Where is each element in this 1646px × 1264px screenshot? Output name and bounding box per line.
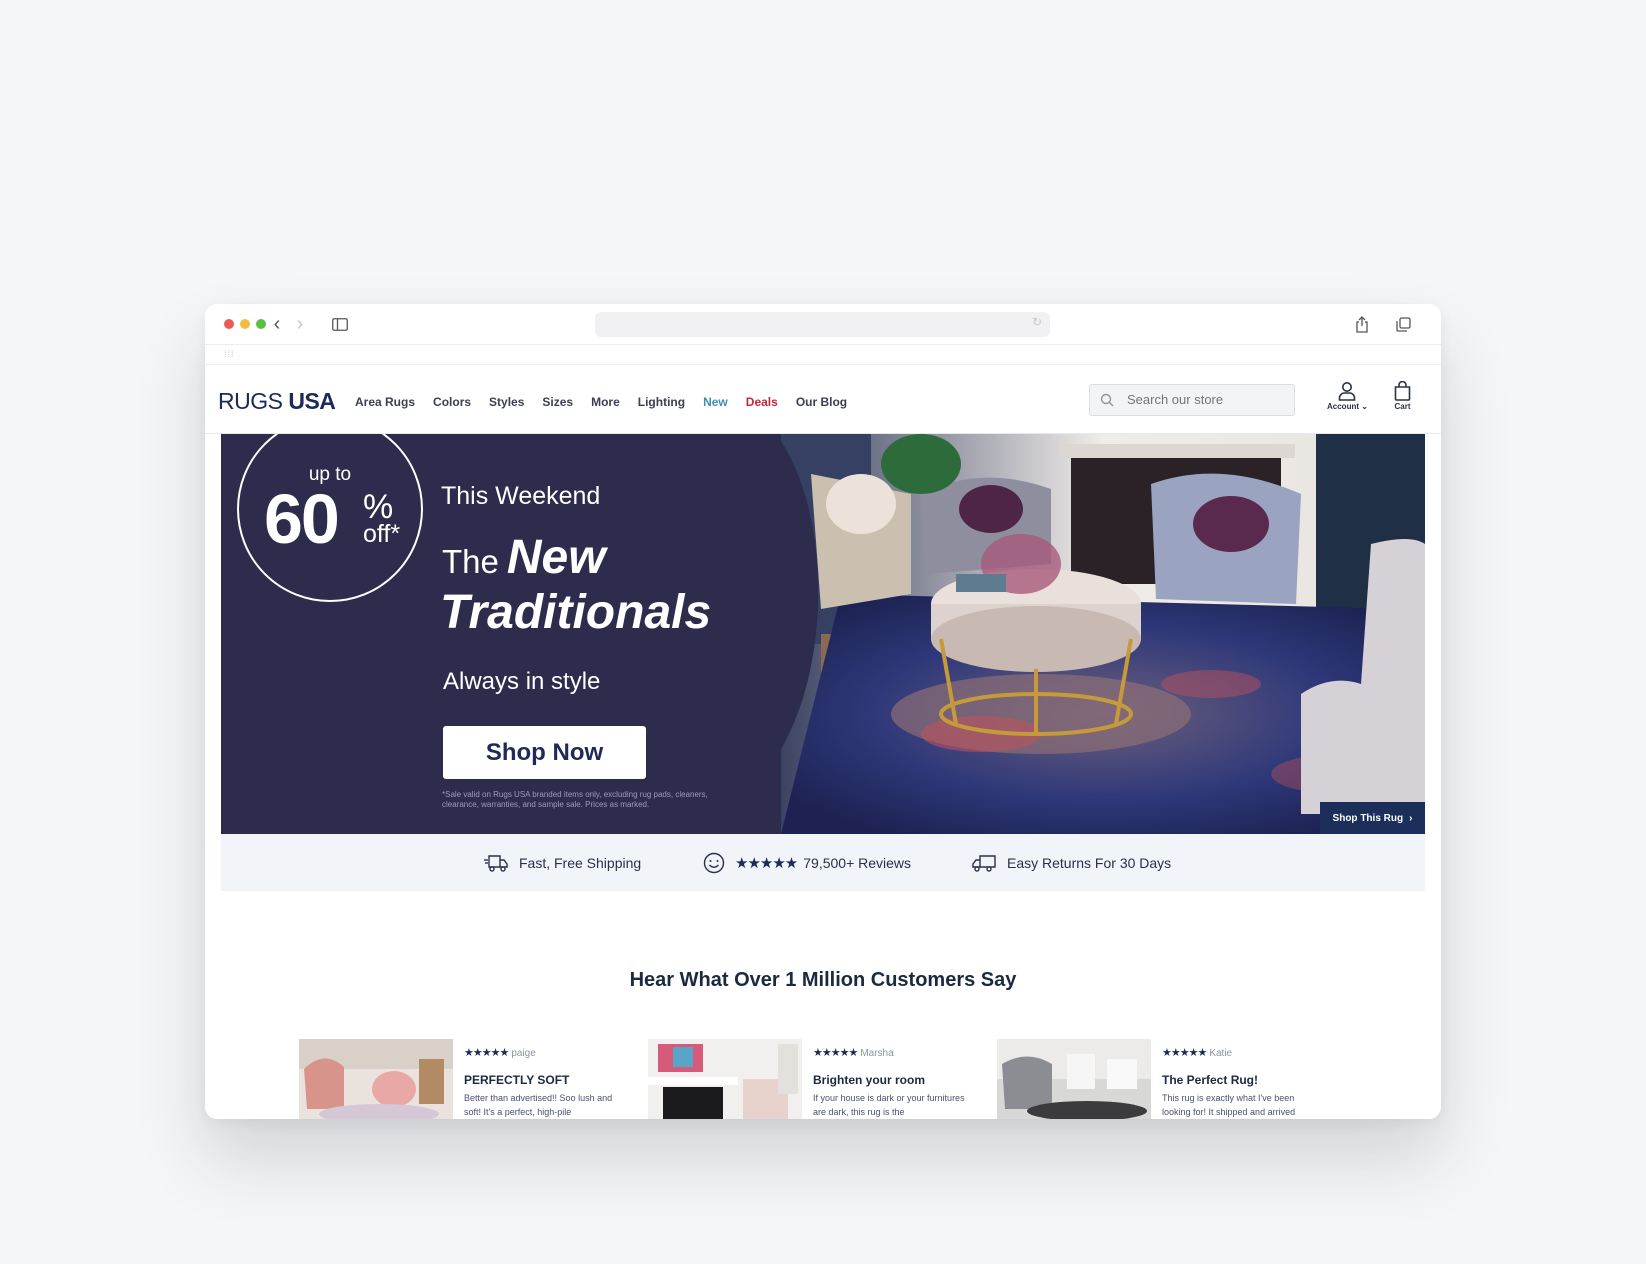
hero-title-the: The	[442, 543, 499, 580]
review-meta: ★★★★★ Katie	[1162, 1046, 1232, 1059]
search-input[interactable]	[1127, 392, 1287, 407]
hero-title-new: New	[506, 531, 606, 584]
nav-colors[interactable]: Colors	[433, 395, 471, 409]
tabs-overview-icon[interactable]	[1392, 313, 1414, 335]
account-label: Account	[1327, 402, 1359, 411]
rugs-usa-logo[interactable]: RUGS USA	[218, 388, 336, 415]
main-nav: Area Rugs Colors Styles Sizes More Light…	[355, 395, 865, 409]
minimize-window-button[interactable]	[240, 319, 250, 329]
hero-subtitle: Always in style	[443, 668, 601, 695]
review-author: Katie	[1209, 1048, 1233, 1059]
shop-this-rug-label: Shop This Rug	[1332, 812, 1404, 824]
feature-returns: Easy Returns For 30 Days	[971, 834, 1171, 891]
cart-button[interactable]: Cart	[1394, 381, 1411, 411]
badge-percent: %	[363, 488, 394, 526]
feature-reviews-text: 79,500+ Reviews	[803, 854, 912, 871]
account-icon	[1339, 382, 1356, 401]
review-card[interactable]: ★★★★★ Marsha Brighten your room If your h…	[648, 1039, 988, 1119]
review-meta: ★★★★★ paige	[464, 1046, 536, 1059]
delivery-truck-icon	[484, 854, 508, 872]
rating-stars: ★★★★★	[735, 854, 798, 872]
review-author: paige	[511, 1048, 536, 1059]
back-icon[interactable]: ‹	[266, 313, 288, 335]
feature-shipping-text: Fast, Free Shipping	[519, 854, 642, 871]
forward-icon[interactable]: ›	[289, 313, 311, 335]
review-photo	[299, 1039, 453, 1119]
cart-icon	[1394, 381, 1411, 401]
search-icon	[1100, 393, 1114, 407]
browser-toolbar: ‹ › ↻	[205, 304, 1441, 345]
review-stars: ★★★★★	[1162, 1047, 1207, 1059]
review-stars: ★★★★★	[813, 1047, 858, 1059]
logo-text-light: RUGS	[218, 388, 289, 414]
review-stars: ★★★★★	[464, 1047, 509, 1059]
nav-deals[interactable]: Deals	[746, 395, 778, 409]
feature-reviews: ★★★★★ 79,500+ Reviews	[703, 834, 911, 891]
sale-disclaimer: *Sale valid on Rugs USA branded items on…	[442, 790, 708, 809]
account-button[interactable]: Account ⌄	[1327, 381, 1368, 411]
site-header: RUGS USA Area Rugs Colors Styles Sizes M…	[205, 365, 1441, 434]
badge-off: off*	[363, 520, 401, 548]
close-window-button[interactable]	[224, 319, 234, 329]
hero-banner: up to 60 % off* This Weekend The New Trad…	[221, 434, 1425, 834]
review-body: Better than advertised!! Soo lush and so…	[464, 1093, 613, 1117]
shop-now-button[interactable]: Shop Now	[443, 726, 646, 779]
shop-this-rug-button[interactable]: Shop This Rug ›	[1320, 802, 1425, 834]
sidebar-toggle-icon[interactable]	[329, 313, 351, 335]
nav-styles[interactable]: Styles	[489, 395, 524, 409]
favorites-bar: ⁞⁞⁞	[205, 344, 1441, 365]
features-bar: Fast, Free Shipping ★★★★★ 79,500+ Review…	[221, 834, 1425, 891]
browser-window: ‹ › ↻ ⁞⁞⁞ RUGS USA Area Rugs Colors Styl…	[205, 304, 1441, 1119]
smiley-icon	[703, 852, 725, 873]
badge-number: 60	[264, 480, 340, 558]
feature-shipping: Fast, Free Shipping	[483, 834, 641, 891]
reload-icon[interactable]: ↻	[1032, 315, 1042, 329]
cart-label: Cart	[1394, 402, 1411, 411]
hero-kicker: This Weekend	[441, 482, 601, 510]
nav-area-rugs[interactable]: Area Rugs	[355, 395, 415, 409]
share-icon[interactable]	[1351, 313, 1373, 335]
nav-our-blog[interactable]: Our Blog	[796, 395, 847, 409]
nav-lighting[interactable]: Lighting	[638, 395, 685, 409]
grid-icon[interactable]: ⁞⁞⁞	[224, 349, 235, 359]
review-body: If your house is dark or your furnitures…	[813, 1093, 965, 1117]
address-bar[interactable]: ↻	[595, 312, 1050, 337]
search-box	[1089, 384, 1295, 416]
nav-new[interactable]: New	[703, 395, 728, 409]
hero-title-line-1: The New	[442, 534, 606, 582]
review-card[interactable]: ★★★★★ Katie The Perfect Rug! This rug is …	[997, 1039, 1337, 1119]
review-photo	[997, 1039, 1151, 1119]
review-author: Marsha	[860, 1048, 894, 1059]
nav-sizes[interactable]: Sizes	[542, 395, 573, 409]
chevron-right-icon: ›	[1409, 812, 1413, 824]
return-truck-icon	[972, 854, 996, 872]
review-card[interactable]: ★★★★★ paige PERFECTLY SOFT Better than ad…	[299, 1039, 639, 1119]
logo-text-bold: USA	[288, 388, 336, 414]
zoom-window-button[interactable]	[256, 319, 266, 329]
chevron-down-icon: ⌄	[1361, 402, 1368, 411]
review-body: This rug is exactly what I've been looki…	[1162, 1093, 1296, 1117]
review-title: The Perfect Rug!	[1162, 1073, 1259, 1087]
nav-more[interactable]: More	[591, 395, 620, 409]
hero-title-traditionals: Traditionals	[440, 586, 712, 639]
feature-returns-text: Easy Returns For 30 Days	[1007, 854, 1172, 871]
review-meta: ★★★★★ Marsha	[813, 1046, 894, 1059]
testimonials-title: Hear What Over 1 Million Customers Say	[629, 969, 1017, 991]
review-photo	[648, 1039, 802, 1119]
review-title: Brighten your room	[813, 1073, 926, 1087]
review-title: PERFECTLY SOFT	[464, 1073, 570, 1087]
